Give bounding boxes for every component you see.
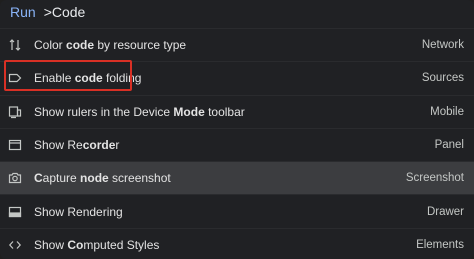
command-query[interactable]: >Code (44, 4, 86, 20)
command-title: Show Recorder (34, 138, 120, 153)
run-prefix: Run (10, 4, 36, 20)
command-category: Sources (421, 72, 464, 85)
sort-arrows-icon (8, 38, 22, 52)
command-category: Drawer (426, 205, 464, 218)
command-input[interactable]: Run >Code (0, 0, 474, 24)
command-title: Show Rendering (34, 204, 123, 219)
highlight-annotation-box (4, 60, 132, 91)
command-title: Capture node screenshot (34, 171, 171, 186)
command-title: Color code by resource type (34, 38, 187, 53)
code-brackets-icon (8, 238, 22, 252)
command-title: Show rulers in the Device Mode toolbar (34, 104, 245, 119)
device-icon (8, 105, 22, 119)
command-item-color-code[interactable]: Color code by resource type Network (0, 28, 474, 61)
command-item-show-recorder[interactable]: Show Recorder Panel (0, 127, 474, 161)
panel-icon (8, 138, 22, 152)
command-item-show-rulers[interactable]: Show rulers in the Device Mode toolbar M… (0, 94, 474, 128)
command-category: Elements (416, 238, 464, 251)
command-item-show-rendering[interactable]: Show Rendering Drawer (0, 194, 474, 227)
drawer-icon (8, 205, 22, 219)
command-category: Mobile (430, 105, 464, 118)
command-palette: Run >Code Color code by resource type Ne… (0, 0, 474, 259)
command-item-show-computed-styles[interactable]: Show Computed Styles Elements (0, 227, 474, 259)
camera-icon (8, 171, 22, 185)
command-category: Panel (434, 139, 464, 152)
command-title: Show Computed Styles (34, 237, 160, 252)
command-category: Network (421, 39, 464, 52)
command-item-capture-node-screenshot[interactable]: Capture node screenshot Screenshot (0, 161, 474, 195)
command-category: Screenshot (405, 172, 464, 185)
